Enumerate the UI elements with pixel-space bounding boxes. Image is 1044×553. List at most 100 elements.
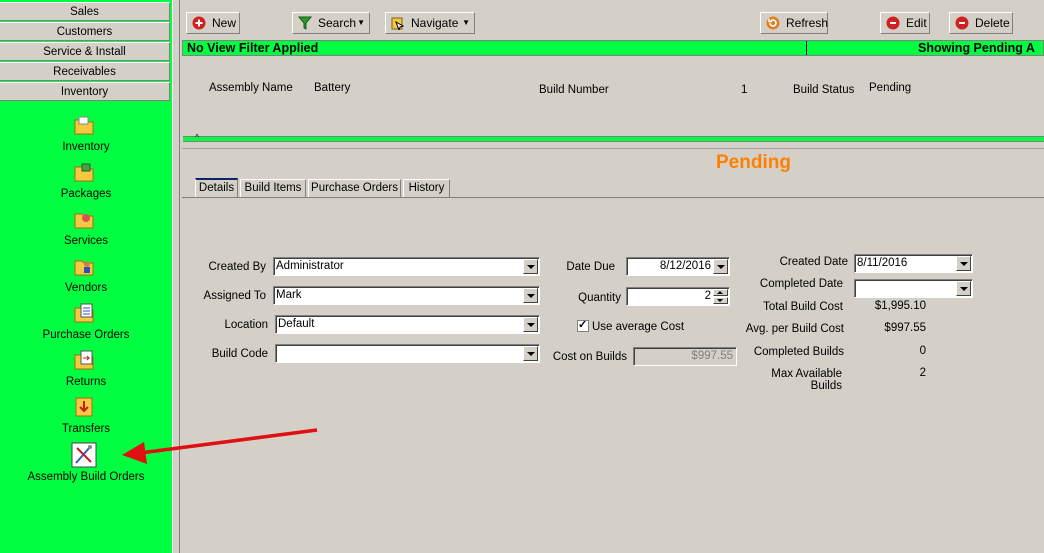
filter-bar-separator <box>806 41 807 55</box>
nav-button-sales[interactable]: Sales <box>0 2 170 21</box>
spinner-buttons <box>713 289 728 304</box>
nav-item-label: Inventory <box>62 141 110 153</box>
nav-item-label: Vendors <box>64 282 108 294</box>
quantity-label: Quantity <box>578 292 621 304</box>
location-combo[interactable]: Default <box>275 315 540 334</box>
avg-per-build-cost-label: Avg. per Build Cost <box>745 323 844 335</box>
build-number-label: Build Number <box>539 84 609 96</box>
navigate-label: Navigate <box>411 16 459 30</box>
toolbar: New Search ▼ Navigate ▼ Refresh Edit Del… <box>182 9 1044 39</box>
panel-splitter[interactable] <box>172 0 180 553</box>
nav-item-inventory[interactable]: Inventory <box>0 114 172 156</box>
assembly-name-label: Assembly Name <box>209 82 293 94</box>
assigned-to-label: Assigned To <box>203 290 266 302</box>
nav-button-customers[interactable]: Customers <box>0 22 170 41</box>
dropdown-arrow-icon[interactable] <box>956 256 971 271</box>
view-filter-bar: No View Filter Applied Showing Pending A <box>182 40 1044 56</box>
created-by-combo[interactable]: Administrator <box>273 257 540 276</box>
refresh-button[interactable]: Refresh <box>760 12 828 34</box>
search-button[interactable]: Search ▼ <box>292 12 370 34</box>
search-label: Search <box>318 16 357 30</box>
tab-details[interactable]: Details <box>195 178 238 198</box>
new-label: New <box>212 16 237 30</box>
chevron-down-icon: ▼ <box>462 18 470 27</box>
dropdown-arrow-icon[interactable] <box>523 259 538 274</box>
date-due-picker[interactable]: 8/12/2016 <box>626 257 730 276</box>
tab-build-items[interactable]: Build Items <box>240 179 306 197</box>
nav-item-packages[interactable]: Packages <box>0 161 172 203</box>
completed-builds-value: 0 <box>919 345 926 357</box>
edit-button[interactable]: Edit <box>880 12 930 34</box>
build-code-combo[interactable] <box>275 344 540 363</box>
dropdown-arrow-icon[interactable] <box>523 346 538 361</box>
nav-button-receivables[interactable]: Receivables <box>0 62 170 81</box>
location-label: Location <box>224 319 268 331</box>
max-available-builds-label: Max Available Builds <box>771 368 842 392</box>
quantity-value: 2 <box>704 290 711 302</box>
build-status-label: Build Status <box>793 84 855 96</box>
delete-label: Delete <box>975 16 1010 30</box>
location-value: Default <box>278 318 315 330</box>
refresh-label: Refresh <box>786 16 829 30</box>
max-available-builds-value: 2 <box>919 367 926 379</box>
dropdown-arrow-icon[interactable] <box>956 281 971 296</box>
delete-button[interactable]: Delete <box>949 12 1013 34</box>
total-build-cost-label: Total Build Cost <box>763 301 843 313</box>
navigate-button[interactable]: Navigate ▼ <box>385 12 475 34</box>
cost-on-builds-field: $997.55 <box>633 347 737 366</box>
assembly-build-orders-icon <box>71 442 97 468</box>
nav-button-service-install[interactable]: Service & Install <box>0 42 170 61</box>
tab-history[interactable]: History <box>403 179 450 197</box>
view-filter-status: No View Filter Applied <box>187 41 319 55</box>
chevron-down-icon: ▼ <box>357 18 365 27</box>
nav-item-purchase-orders[interactable]: Purchase Orders <box>0 302 172 344</box>
transfers-icon <box>75 397 93 417</box>
assigned-to-value: Mark <box>276 289 302 301</box>
divider-line <box>182 148 1044 149</box>
nav-item-label: Purchase Orders <box>42 329 130 341</box>
services-folder-icon <box>74 213 94 229</box>
nav-item-returns[interactable]: Returns <box>0 349 172 391</box>
created-date-label: Created Date <box>779 256 848 268</box>
nav-item-services[interactable]: Services <box>0 208 172 250</box>
nav-button-inventory[interactable]: Inventory <box>0 82 170 101</box>
filter-icon <box>298 16 312 30</box>
completed-date-picker[interactable] <box>854 279 973 298</box>
spin-down-icon[interactable] <box>713 297 728 304</box>
quantity-stepper[interactable]: 2 <box>626 287 730 306</box>
purchase-orders-icon <box>74 303 94 323</box>
collapse-arrow-icon[interactable]: ^ <box>191 134 203 142</box>
completed-date-label: Completed Date <box>759 278 843 290</box>
folder-icon <box>74 116 94 135</box>
returns-icon <box>74 350 94 370</box>
dropdown-arrow-icon[interactable] <box>523 317 538 332</box>
dropdown-arrow-icon[interactable] <box>523 288 538 303</box>
delete-icon <box>955 16 969 30</box>
dropdown-arrow-icon[interactable] <box>713 259 728 274</box>
build-number-value: 1 <box>741 84 748 96</box>
created-date-picker[interactable]: 8/11/2016 <box>854 254 973 273</box>
cost-on-builds-value: $997.55 <box>691 350 733 362</box>
red-annotation-arrow <box>122 428 318 464</box>
tab-purchase-orders[interactable]: Purchase Orders <box>308 179 401 197</box>
status-banner: Pending <box>716 152 791 173</box>
assembly-name-value: Battery <box>314 82 351 94</box>
avg-per-build-cost-value: $997.55 <box>884 322 926 334</box>
assigned-to-combo[interactable]: Mark <box>273 286 540 305</box>
packages-folder-icon <box>74 163 94 182</box>
new-button[interactable]: New <box>186 12 240 34</box>
nav-item-label: Services <box>63 235 109 247</box>
use-average-cost-label: Use average Cost <box>592 321 685 333</box>
build-code-label: Build Code <box>211 348 268 360</box>
vendors-folder-icon <box>74 260 94 276</box>
total-build-cost-value: $1,995.10 <box>874 300 926 312</box>
navigate-icon <box>391 17 405 30</box>
created-date-value: 8/11/2016 <box>857 257 908 269</box>
created-by-label: Created By <box>208 261 266 273</box>
use-average-cost-checkbox[interactable] <box>577 318 589 332</box>
edit-icon <box>886 16 900 30</box>
refresh-icon <box>766 16 780 30</box>
nav-item-vendors[interactable]: Vendors <box>0 255 172 297</box>
spin-up-icon[interactable] <box>713 289 728 296</box>
header-divider-bar <box>183 136 1044 142</box>
